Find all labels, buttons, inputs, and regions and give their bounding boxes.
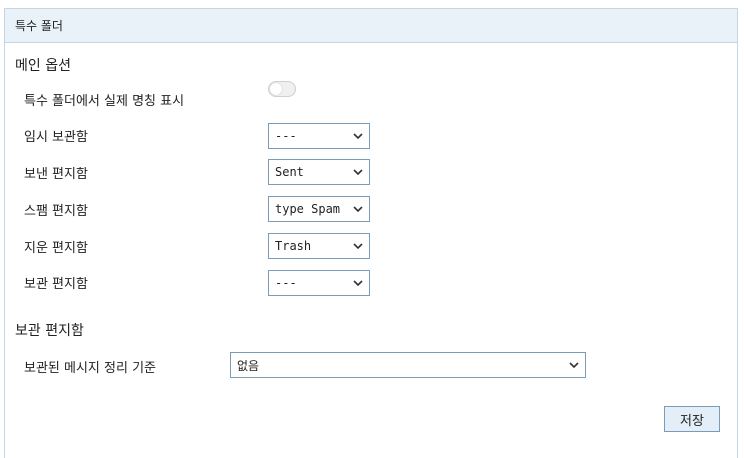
archive-organize-select[interactable]: 없음 — [230, 352, 586, 378]
drafts-select[interactable]: --- — [268, 123, 370, 149]
section-title-archive: 보관 편지함 — [15, 323, 84, 339]
trash-select[interactable]: Trash — [268, 233, 370, 259]
chevron-down-icon — [351, 202, 365, 216]
archive-select-value: --- — [275, 276, 297, 290]
archive-select[interactable]: --- — [268, 270, 370, 296]
panel-title: 특수 폴더 — [15, 19, 63, 33]
archive-organize-label: 보관된 메시지 정리 기준 — [24, 361, 156, 376]
special-folders-panel: 특수 폴더 — [4, 8, 738, 458]
show-real-names-label: 특수 폴더에서 실제 명칭 표시 — [24, 94, 185, 109]
drafts-select-value: --- — [275, 129, 297, 143]
toggle-knob — [270, 83, 282, 95]
spam-label: 스팸 편지함 — [24, 204, 88, 219]
sent-select[interactable]: Sent — [268, 159, 370, 185]
archive-organize-value: 없음 — [237, 358, 260, 373]
chevron-down-icon — [351, 165, 365, 179]
archive-label: 보관 편지함 — [24, 277, 88, 292]
spam-select-value: type Spam — [275, 202, 341, 216]
sent-select-value: Sent — [275, 165, 304, 179]
trash-select-value: Trash — [275, 239, 312, 253]
chevron-down-icon — [351, 276, 365, 290]
panel-header: 특수 폴더 — [5, 9, 737, 43]
show-real-names-toggle[interactable] — [268, 81, 296, 97]
sent-label: 보낸 편지함 — [24, 167, 88, 182]
chevron-down-icon — [567, 358, 581, 372]
save-button[interactable]: 저장 — [664, 406, 720, 432]
trash-label: 지운 편지함 — [24, 241, 88, 256]
spam-select[interactable]: type Spam — [268, 196, 370, 222]
section-title-main-options: 메인 옵션 — [15, 58, 71, 74]
chevron-down-icon — [351, 129, 365, 143]
chevron-down-icon — [351, 239, 365, 253]
drafts-label: 임시 보관함 — [24, 130, 88, 145]
